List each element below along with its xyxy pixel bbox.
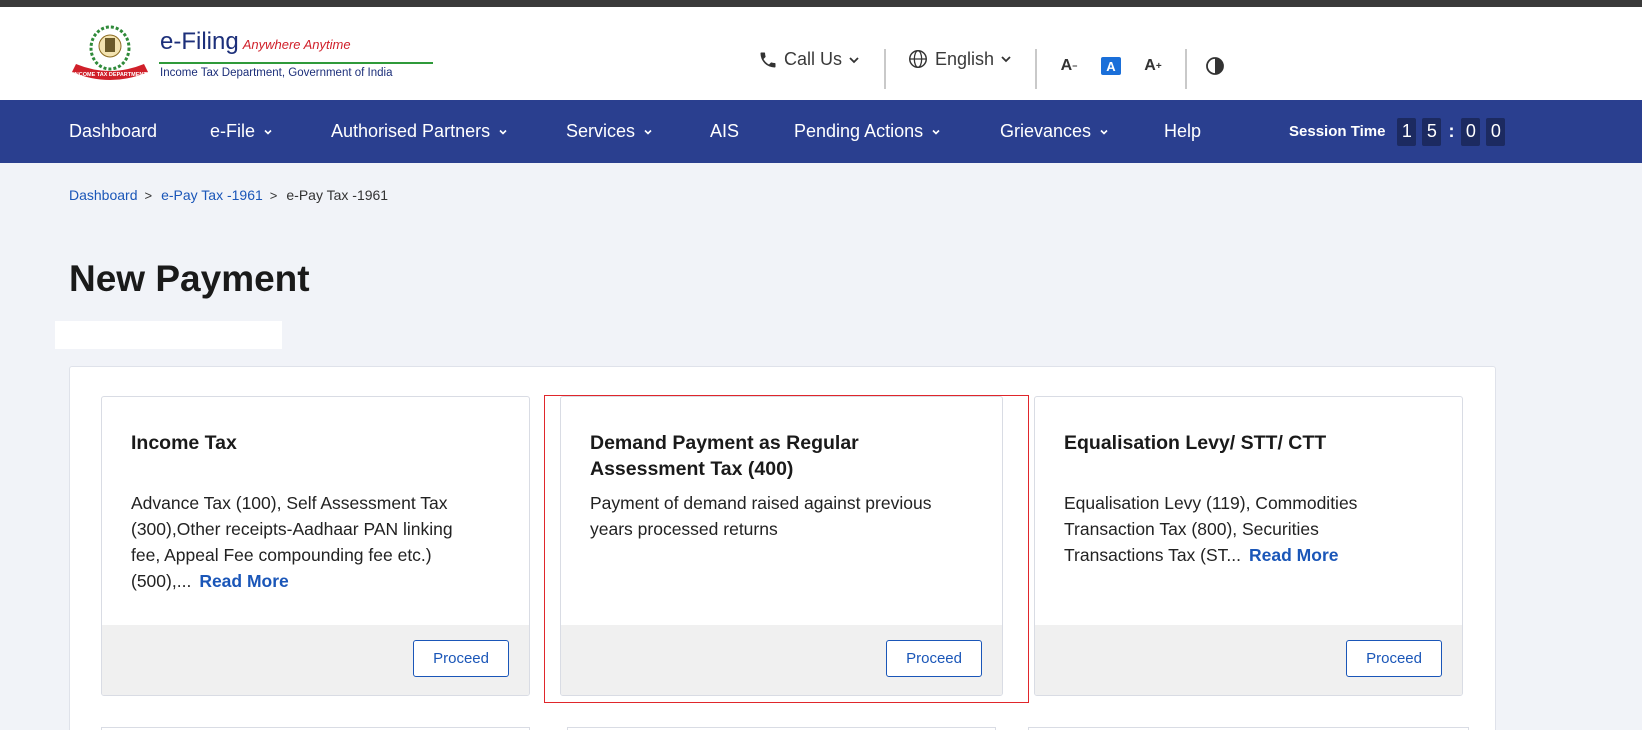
chevron-down-icon <box>499 129 507 135</box>
contrast-toggle-button[interactable] <box>1203 55 1227 77</box>
nav-item-grievances[interactable]: Grievances <box>1000 100 1109 163</box>
font-increase-button[interactable]: A + <box>1141 55 1165 77</box>
call-us-dropdown[interactable]: Call Us <box>758 49 860 70</box>
session-digit: 5 <box>1422 117 1442 146</box>
payment-card-equalisation-levy: Equalisation Levy/ STT/ CTT Equalisation… <box>1034 396 1463 696</box>
header-divider <box>1035 49 1037 89</box>
read-more-link[interactable]: Read More <box>199 571 288 591</box>
breadcrumb-epay-tax[interactable]: e-Pay Tax -1961 <box>161 187 263 203</box>
proceed-button[interactable]: Proceed <box>413 640 509 677</box>
selection-highlight <box>544 395 1029 703</box>
breadcrumb-separator: > <box>269 187 278 203</box>
header-divider <box>1185 49 1187 89</box>
font-normal-button[interactable]: A <box>1101 57 1121 75</box>
session-timer: Session Time 1 5 : 0 0 <box>1289 100 1506 163</box>
language-dropdown[interactable]: English <box>907 48 1012 70</box>
blank-strip <box>55 321 282 349</box>
breadcrumb-separator: > <box>144 187 153 203</box>
nav-item-ais[interactable]: AIS <box>710 100 739 163</box>
brand-subtitle: Income Tax Department, Government of Ind… <box>160 67 393 79</box>
card-footer: Proceed <box>102 625 529 695</box>
nav-item-help[interactable]: Help <box>1164 100 1201 163</box>
nav-item-authorised-partners[interactable]: Authorised Partners <box>331 100 508 163</box>
session-time-label: Session Time <box>1289 123 1386 140</box>
nav-item-efile[interactable]: e-File <box>210 100 273 163</box>
chevron-down-icon <box>1001 56 1011 63</box>
session-digit: 1 <box>1397 117 1417 146</box>
proceed-button[interactable]: Proceed <box>1346 640 1442 677</box>
chevron-down-icon <box>644 129 652 135</box>
breadcrumb-current: e-Pay Tax -1961 <box>286 187 389 203</box>
chevron-down-icon <box>849 56 859 63</box>
breadcrumb: Dashboard > e-Pay Tax -1961 > e-Pay Tax … <box>69 187 388 203</box>
font-decrease-button[interactable]: A − <box>1057 55 1081 77</box>
read-more-link[interactable]: Read More <box>1249 545 1338 565</box>
header-divider <box>884 49 886 89</box>
call-us-label: Call Us <box>784 49 843 69</box>
breadcrumb-dashboard[interactable]: Dashboard <box>69 187 138 203</box>
emblem-icon: INCOME TAX DEPARTMENT <box>72 25 148 80</box>
chevron-down-icon <box>932 129 940 135</box>
payment-card-income-tax: Income Tax Advance Tax (100), Self Asses… <box>101 396 530 696</box>
card-footer: Proceed <box>1035 625 1462 695</box>
card-description: Advance Tax (100), Self Assessment Tax (… <box>131 493 453 591</box>
phone-icon <box>760 52 776 67</box>
session-colon: : <box>1448 121 1455 141</box>
card-title: Income Tax <box>131 432 237 454</box>
window-top-bar <box>0 0 1642 7</box>
chevron-down-icon <box>1100 129 1108 135</box>
card-description: Equalisation Levy (119), Commodities Tra… <box>1064 493 1358 565</box>
nav-item-dashboard[interactable]: Dashboard <box>69 100 157 163</box>
nav-item-pending-actions[interactable]: Pending Actions <box>794 100 941 163</box>
card-title: Equalisation Levy/ STT/ CTT <box>1064 432 1327 454</box>
brand-title: e-Filing Anywhere Anytime <box>160 28 351 55</box>
globe-icon <box>909 50 927 68</box>
language-label: English <box>935 48 995 69</box>
nav-item-services[interactable]: Services <box>566 100 653 163</box>
site-header: INCOME TAX DEPARTMENT e-Filing Anywhere A… <box>0 7 1642 100</box>
main-navigation: Dashboard e-File Authorised Partners Ser… <box>0 100 1642 163</box>
svg-text:INCOME TAX DEPARTMENT: INCOME TAX DEPARTMENT <box>73 72 147 78</box>
brand-divider <box>159 62 433 64</box>
session-digit: 0 <box>1486 117 1506 146</box>
chevron-down-icon <box>264 129 272 135</box>
page-title: New Payment <box>69 258 310 299</box>
session-digit: 0 <box>1461 117 1481 146</box>
efiling-logo[interactable]: INCOME TAX DEPARTMENT e-Filing Anywhere A… <box>68 24 433 88</box>
brand-tagline: Anywhere Anytime <box>242 37 351 52</box>
contrast-icon <box>1206 57 1224 75</box>
